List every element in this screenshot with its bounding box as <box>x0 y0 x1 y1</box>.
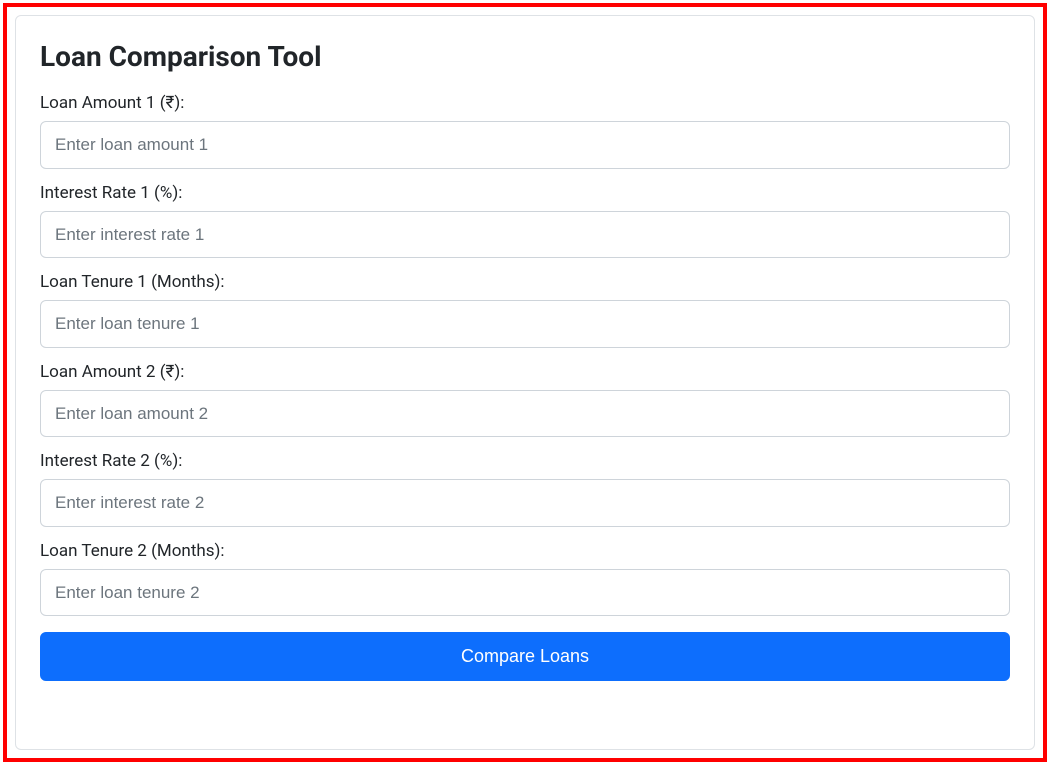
loan-tenure-2-group: Loan Tenure 2 (Months): <box>40 541 1010 627</box>
loan-amount-1-input[interactable] <box>40 121 1010 169</box>
loan-tenure-2-input[interactable] <box>40 569 1010 617</box>
loan-tenure-1-label: Loan Tenure 1 (Months): <box>40 272 1010 292</box>
highlight-border: Loan Comparison Tool Loan Amount 1 (₹): … <box>3 3 1047 762</box>
interest-rate-1-label: Interest Rate 1 (%): <box>40 183 1010 203</box>
page-title: Loan Comparison Tool <box>40 40 1010 73</box>
loan-amount-2-label: Loan Amount 2 (₹): <box>40 362 1010 382</box>
loan-amount-2-input[interactable] <box>40 390 1010 438</box>
interest-rate-1-input[interactable] <box>40 211 1010 259</box>
loan-amount-1-group: Loan Amount 1 (₹): <box>40 93 1010 179</box>
interest-rate-1-group: Interest Rate 1 (%): <box>40 183 1010 269</box>
interest-rate-2-label: Interest Rate 2 (%): <box>40 451 1010 471</box>
interest-rate-2-input[interactable] <box>40 479 1010 527</box>
loan-comparison-card: Loan Comparison Tool Loan Amount 1 (₹): … <box>15 15 1035 750</box>
loan-tenure-2-label: Loan Tenure 2 (Months): <box>40 541 1010 561</box>
loan-tenure-1-input[interactable] <box>40 300 1010 348</box>
loan-amount-1-label: Loan Amount 1 (₹): <box>40 93 1010 113</box>
loan-tenure-1-group: Loan Tenure 1 (Months): <box>40 272 1010 358</box>
compare-loans-button[interactable]: Compare Loans <box>40 632 1010 681</box>
loan-amount-2-group: Loan Amount 2 (₹): <box>40 362 1010 448</box>
interest-rate-2-group: Interest Rate 2 (%): <box>40 451 1010 537</box>
